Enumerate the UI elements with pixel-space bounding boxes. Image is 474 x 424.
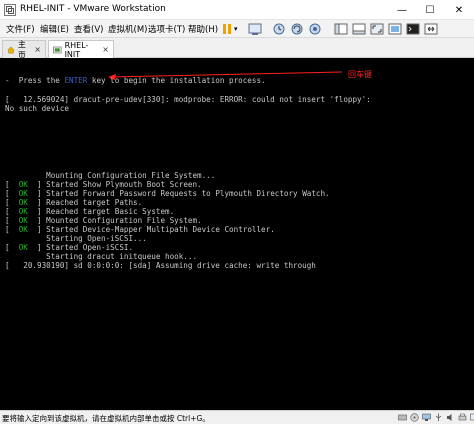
menu-bar: 文件(F) 编辑(E) 查看(V) 虚拟机(M) 选项卡(T) 帮助(H) ▾: [0, 20, 474, 38]
ok-status: OK: [18, 225, 28, 234]
maximize-icon: ☐: [425, 4, 435, 16]
menu-file[interactable]: 文件(F): [6, 23, 35, 35]
thumbnail-bar-icon[interactable]: [352, 22, 366, 36]
pause-icon: [223, 24, 231, 34]
title-bar: RHEL-INIT - VMware Workstation — ☐ ✕: [0, 0, 474, 20]
ok-status: OK: [18, 180, 28, 189]
maximize-button[interactable]: ☐: [416, 0, 444, 20]
console-line-ok: [ OK ] Started Device-Mapper Multipath D…: [5, 225, 275, 234]
cd-dvd-icon[interactable]: [410, 413, 419, 422]
usb-icon[interactable]: [434, 413, 443, 422]
snapshot-icon[interactable]: [272, 22, 286, 36]
close-icon: ✕: [454, 4, 464, 16]
library-icon[interactable]: [334, 22, 348, 36]
close-window-button[interactable]: ✕: [444, 0, 474, 20]
menu-tabs[interactable]: 选项卡(T): [148, 23, 185, 35]
console-line-mounting: Mounting Configuration File System...: [5, 171, 216, 180]
ok-status: OK: [18, 243, 28, 252]
window-title: RHEL-INIT - VMware Workstation: [20, 4, 166, 14]
console-line-ok: [ OK ] Started Forward Password Requests…: [5, 189, 330, 198]
menu-view[interactable]: 查看(V): [74, 23, 103, 35]
send-ctrl-alt-del-icon[interactable]: [248, 22, 262, 36]
menu-edit[interactable]: 编辑(E): [40, 23, 69, 35]
tab-strip: 主页 × RHEL-INIT ×: [0, 38, 474, 60]
console-line-sd: [ 20.930190] sd 0:0:0:0: [sda] Assuming …: [5, 261, 316, 270]
tab-rhel-init[interactable]: RHEL-INIT ×: [48, 40, 114, 59]
ok-status: OK: [18, 189, 28, 198]
menu-vm[interactable]: 虚拟机(M): [108, 23, 147, 35]
close-tab-home-icon[interactable]: ×: [34, 45, 41, 54]
vm-icon: [53, 46, 62, 53]
console-line-ok: [ OK ] Started Open-iSCSI.: [5, 243, 134, 252]
sound-icon[interactable]: [446, 413, 455, 422]
snapshot-manager-icon[interactable]: [308, 22, 322, 36]
close-tab-rhel-init-icon[interactable]: ×: [102, 45, 109, 54]
display-icon[interactable]: [470, 413, 474, 422]
tab-rhel-init-label: RHEL-INIT: [64, 40, 89, 59]
annotation-label: 回车键: [348, 70, 372, 79]
minimize-icon: —: [397, 4, 407, 16]
revert-snapshot-icon[interactable]: [290, 22, 304, 36]
stretch-icon[interactable]: [424, 22, 438, 36]
console-line-ok: [ OK ] Mounted Configuration File System…: [5, 216, 202, 225]
vmware-app-icon: [4, 4, 16, 16]
device-icons: [398, 413, 474, 423]
menu-help[interactable]: 帮助(H): [188, 23, 218, 35]
pause-button[interactable]: ▾: [222, 22, 238, 36]
console-line-ok: [ OK ] Reached target Basic System.: [5, 207, 175, 216]
console-line-ok: [ OK ] Reached target Paths.: [5, 198, 143, 207]
chevron-down-icon: ▾: [234, 25, 238, 33]
console-view-icon[interactable]: [406, 22, 420, 36]
status-text: 要将输入定向到该虚拟机，请在虚拟机内部单击或按 Ctrl+G。: [2, 414, 210, 423]
console-line-ok: [ OK ] Started Show Plymouth Boot Screen…: [5, 180, 202, 189]
network-icon[interactable]: [422, 413, 431, 422]
hard-disk-icon[interactable]: [398, 413, 407, 422]
tab-home[interactable]: 主页 ×: [2, 40, 46, 60]
fullscreen-icon[interactable]: [370, 22, 384, 36]
minimize-button[interactable]: —: [388, 0, 416, 20]
console-line-starting-dracut: Starting dracut initqueue hook...: [5, 252, 198, 261]
printer-icon[interactable]: [458, 413, 467, 422]
annotation-arrow: [108, 71, 343, 80]
ok-status: OK: [18, 198, 28, 207]
unity-icon[interactable]: [388, 22, 402, 36]
ok-status: OK: [18, 216, 28, 225]
ok-status: OK: [18, 207, 28, 216]
status-bar: 要将输入定向到该虚拟机，请在虚拟机内部单击或按 Ctrl+G。: [0, 410, 474, 424]
vm-console-screen[interactable]: - Press the ENTER key to begin the insta…: [0, 58, 474, 410]
home-icon: [7, 46, 15, 53]
console-line-error-cont: No such device: [5, 104, 70, 113]
console-line-starting-iscsi: Starting Open-iSCSI...: [5, 234, 147, 243]
